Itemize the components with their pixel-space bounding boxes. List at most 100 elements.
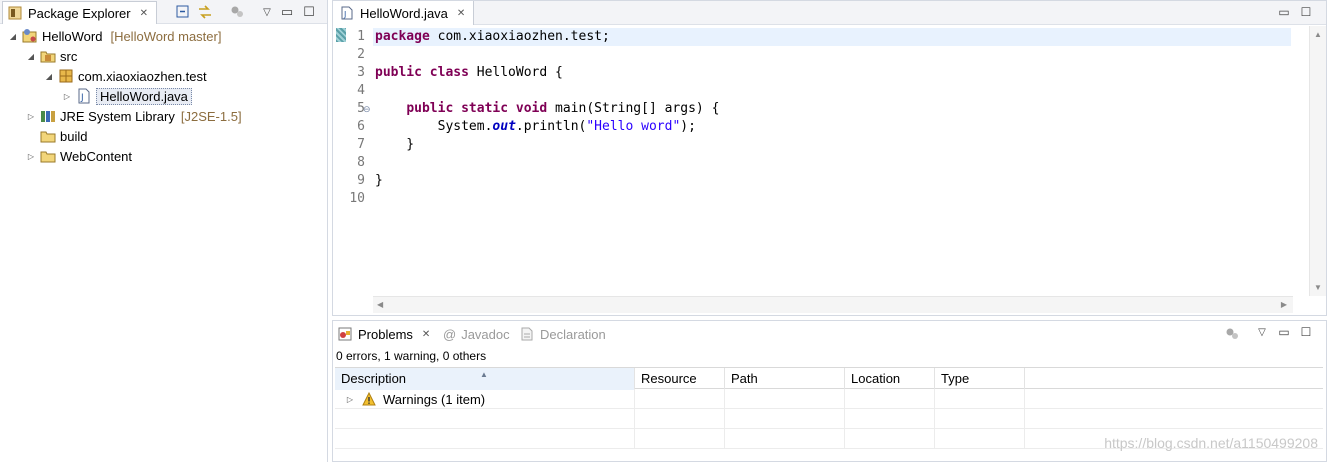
link-with-editor-icon[interactable] [196,3,214,21]
tab-javadoc[interactable]: @ Javadoc [443,323,510,345]
warnings-group[interactable]: ▷ Warnings (1 item) [335,389,634,409]
tree-item-project[interactable]: ◢ HelloWord [HelloWord master] [8,26,222,46]
maximize-icon[interactable]: ☐ [1299,325,1313,339]
column-header-description[interactable]: Description ▲ [335,368,635,390]
scroll-down-icon[interactable]: ▼ [1314,283,1322,292]
code-line[interactable]: public class HelloWord { [375,64,563,82]
problems-icon [337,326,353,342]
code-line[interactable]: } [375,172,383,190]
table-row[interactable]: ▷ Warnings (1 item) [335,389,1323,409]
collapsed-twisty-icon[interactable]: ▷ [345,395,355,404]
keyword: public class [375,65,469,80]
string-literal: "Hello word" [586,119,681,134]
close-icon[interactable]: ✕ [422,329,430,340]
expanded-twisty-icon[interactable]: ◢ [26,52,36,61]
table-cell [845,409,935,429]
library-icon [40,108,56,124]
table-cell [335,409,635,429]
expanded-twisty-icon[interactable]: ◢ [8,32,18,41]
code-text: ); [680,119,696,134]
code-text: main(String[] args) { [547,101,720,116]
watermark: https://blog.csdn.net/a1150499208 [1104,435,1318,451]
scroll-left-icon[interactable]: ◀ [377,300,383,309]
horizontal-scrollbar[interactable]: ◀ ▶ [373,296,1293,313]
code-text: HelloWord { [468,65,563,80]
minimize-icon[interactable]: ▭ [278,3,296,21]
line-number: 6 [357,119,365,134]
tab-package-explorer[interactable]: Package Explorer ✕ [2,1,158,24]
code-line[interactable]: package com.xiaoxiaozhen.test; [375,28,610,46]
column-header-resource[interactable]: Resource [635,368,725,390]
folder-icon [40,148,56,164]
code-text: } [375,173,383,188]
column-label: Description [341,371,407,386]
jre-version-decoration: [J2SE-1.5] [180,108,242,124]
column-header-type[interactable]: Type [935,368,1025,390]
tab-problems[interactable]: Problems ✕ [337,323,430,345]
code-line[interactable]: public static void main(String[] args) { [375,100,719,118]
table-row-empty [335,409,1323,429]
tree-item-src[interactable]: ◢ src [26,46,77,66]
filters-icon[interactable] [1223,325,1241,343]
tab-helloword-java[interactable]: J HelloWord.java ✕ [333,1,475,25]
code-line[interactable]: System.out.println("Hello word"); [375,118,696,136]
vertical-scrollbar[interactable]: ▲ ▼ [1309,26,1326,296]
scroll-right-icon[interactable]: ▶ [1281,300,1287,309]
keyword: package [375,29,430,44]
tree-item-java-file[interactable]: ▷ J HelloWord.java [62,86,192,106]
scroll-up-icon[interactable]: ▲ [1314,30,1322,39]
view-menu-icon[interactable]: ▽ [258,3,276,21]
maximize-icon[interactable]: ☐ [300,3,318,21]
table-cell [725,429,845,449]
tree-item-package[interactable]: ◢ com.xiaoxiaozhen.test [44,66,207,86]
git-branch-decoration: [HelloWord master] [110,28,222,44]
tab-label: Problems [358,326,413,342]
tab-declaration[interactable]: Declaration [519,323,606,345]
collapsed-twisty-icon[interactable]: ▷ [62,92,72,101]
minimize-icon[interactable]: ▭ [1277,325,1291,339]
svg-text:J: J [80,93,84,103]
package-explorer-icon [7,5,23,21]
collapse-all-icon[interactable] [174,3,192,21]
table-cell [935,409,1025,429]
tree-item-label: HelloWord.java [96,87,192,105]
fold-collapse-icon[interactable]: ⊖ [363,104,371,115]
line-number-ruler: 1 2 3 4 5 ⊖ 6 7 8 9 10 [333,26,373,296]
code-text: com.xiaoxiaozhen.test; [429,29,610,44]
column-header-location[interactable]: Location [845,368,935,390]
table-cell [635,409,725,429]
code-text-area[interactable]: package com.xiaoxiaozhen.test; public cl… [373,26,1291,296]
package-icon [58,68,74,84]
table-cell [725,409,845,429]
line-number: 10 [349,191,365,206]
minimize-icon[interactable]: ▭ [1277,5,1291,19]
collapsed-twisty-icon[interactable]: ▷ [26,152,36,161]
tree-item-jre-library[interactable]: ▷ JRE System Library [J2SE-1.5] [26,106,242,126]
filters-icon[interactable] [228,3,246,21]
expanded-twisty-icon[interactable]: ◢ [44,72,54,81]
tree-item-build[interactable]: build [26,126,87,146]
keyword: public static void [406,101,548,116]
declaration-icon [519,326,535,342]
tab-label: Package Explorer [28,5,131,21]
line-number: 9 [357,173,365,188]
java-file-icon: J [76,88,92,104]
svg-text:J: J [343,10,346,19]
tree-item-webcontent[interactable]: ▷ WebContent [26,146,132,166]
maximize-icon[interactable]: ☐ [1299,5,1313,19]
table-cell [845,429,935,449]
close-icon[interactable]: ✕ [140,8,148,19]
table-header: Description ▲ Resource Path Location Typ… [335,367,1323,390]
tab-label: Javadoc [461,326,510,342]
tab-label: HelloWord.java [360,5,448,21]
warning-icon [361,391,377,407]
line-number: 8 [357,155,365,170]
collapsed-twisty-icon[interactable]: ▷ [26,112,36,121]
code-line[interactable]: } [375,136,414,154]
close-icon[interactable]: ✕ [457,8,465,19]
column-header-path[interactable]: Path [725,368,845,390]
view-menu-icon[interactable]: ▽ [1255,325,1269,339]
line-number: 1 [357,29,365,44]
tab-label: Declaration [540,326,606,342]
source-folder-icon [40,48,56,64]
